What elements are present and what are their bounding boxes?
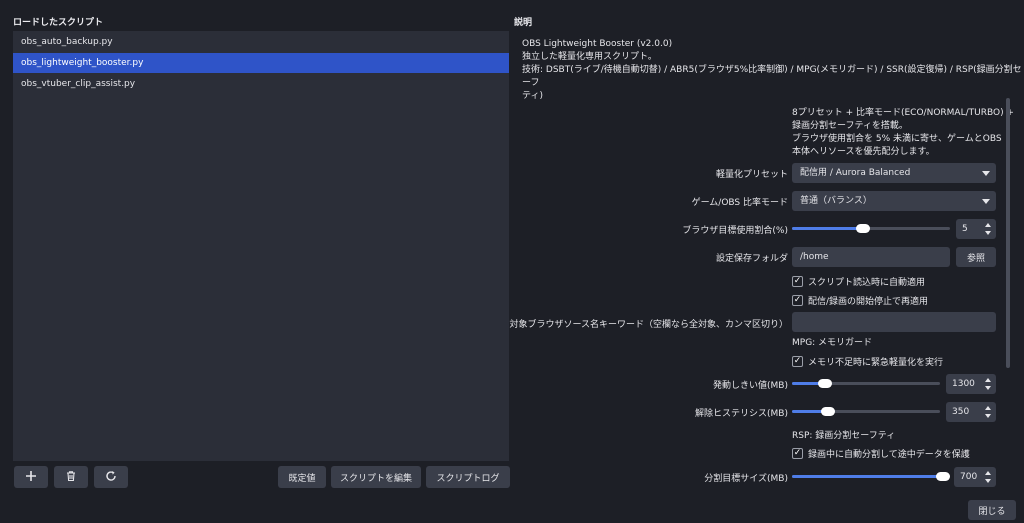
browser-target-label: ブラウザ目標使用割合(%) — [682, 226, 788, 236]
folder-input[interactable]: /home — [792, 247, 950, 267]
release-slider[interactable] — [792, 404, 940, 418]
emergency-checkbox[interactable]: ✓ メモリ不足時に緊急軽量化を実行 — [792, 354, 943, 368]
script-item[interactable]: obs_auto_backup.py — [13, 32, 509, 52]
browse-button[interactable]: 参照 — [956, 247, 996, 267]
script-item-selected[interactable]: obs_lightweight_booster.py — [13, 53, 509, 73]
spin-down-icon[interactable] — [985, 231, 991, 235]
keywords-label: 対象ブラウザソース名キーワード（空欄なら全対象、カンマ区切り） — [509, 320, 788, 330]
auto-apply-label: スクリプト読込時に自動適用 — [808, 277, 926, 288]
spin-up-icon[interactable] — [985, 471, 991, 475]
mpg-heading: MPG: メモリガード — [792, 338, 873, 348]
slider-thumb[interactable] — [936, 472, 951, 481]
reload-script-button[interactable] — [94, 466, 128, 488]
browser-target-slider[interactable] — [792, 221, 950, 235]
folder-label: 設定保存フォルダ — [715, 254, 788, 264]
ratio-mode-select[interactable]: 普通（バランス） — [792, 191, 996, 211]
trash-icon — [65, 470, 77, 485]
browser-target-spinbox[interactable]: 5 — [956, 219, 996, 239]
split-target-slider[interactable] — [792, 469, 951, 483]
preset-value: 配信用 / Aurora Balanced — [800, 168, 911, 178]
remove-script-button[interactable] — [54, 466, 88, 488]
script-list[interactable]: obs_auto_backup.py obs_lightweight_boost… — [13, 31, 509, 461]
trigger-value: 1300 — [952, 379, 975, 389]
slider-thumb[interactable] — [856, 224, 871, 233]
trigger-label: 発動しきい値(MB) — [713, 381, 788, 391]
add-script-button[interactable] — [14, 466, 48, 488]
ratio-mode-label: ゲーム/OBS 比率モード — [691, 198, 788, 208]
script-description: OBS Lightweight Booster (v2.0.0) 独立した軽量化… — [522, 38, 1024, 103]
spin-up-icon[interactable] — [985, 406, 991, 410]
reapply-checkbox[interactable]: ✓ 配信/録画の開始停止で再適用 — [792, 293, 928, 307]
edit-script-button[interactable]: スクリプトを編集 — [331, 466, 421, 488]
chevron-down-icon — [982, 199, 990, 204]
trigger-spinbox[interactable]: 1300 — [946, 374, 996, 394]
slider-thumb[interactable] — [817, 379, 832, 388]
spin-up-icon[interactable] — [985, 223, 991, 227]
script-log-button[interactable]: スクリプトログ — [426, 466, 510, 488]
checkbox-check-icon: ✓ — [792, 447, 803, 459]
spin-down-icon[interactable] — [985, 414, 991, 418]
intro-line: ブラウザ使用割合を 5% 未満に寄せ、ゲームとOBS — [792, 134, 1002, 144]
split-checkbox[interactable]: ✓ 録画中に自動分割して途中データを保護 — [792, 446, 970, 460]
slider-thumb[interactable] — [820, 407, 835, 416]
split-target-spinbox[interactable]: 700 — [954, 467, 996, 487]
rsp-heading: RSP: 録画分割セーフティ — [792, 431, 896, 441]
release-value: 350 — [952, 407, 970, 417]
browser-target-value: 5 — [962, 224, 968, 234]
emergency-label: メモリ不足時に緊急軽量化を実行 — [808, 357, 944, 368]
intro-text: 8プリセット + 比率モード(ECO/NORMAL/TURBO) + 録画分割セ… — [792, 107, 1014, 159]
intro-line: 録画分割セーフティを搭載。 — [792, 121, 908, 131]
auto-apply-checkbox[interactable]: ✓ スクリプト読込時に自動適用 — [792, 274, 925, 288]
ratio-mode-value: 普通（バランス） — [800, 196, 872, 206]
trigger-slider[interactable] — [792, 376, 940, 390]
release-label: 解除ヒステリシス(MB) — [695, 409, 788, 419]
checkbox-check-icon: ✓ — [792, 275, 803, 287]
checkbox-check-icon: ✓ — [792, 355, 803, 367]
description-title: 説明 — [514, 18, 533, 28]
intro-line: 8プリセット + 比率モード(ECO/NORMAL/TURBO) + — [792, 108, 1014, 118]
description-line: 独立した軽量化専用スクリプト。 — [522, 52, 657, 62]
chevron-down-icon — [982, 171, 990, 176]
keywords-input[interactable] — [792, 312, 996, 332]
preset-label: 軽量化プリセット — [715, 170, 788, 180]
plus-icon — [25, 470, 37, 485]
close-button[interactable]: 閉じる — [968, 500, 1016, 520]
spin-down-icon[interactable] — [985, 386, 991, 390]
spin-down-icon[interactable] — [985, 479, 991, 483]
split-target-value: 700 — [960, 472, 978, 482]
loaded-scripts-title: ロードしたスクリプト — [13, 18, 104, 28]
description-line: OBS Lightweight Booster (v2.0.0) — [522, 39, 673, 49]
description-line: ティ) — [522, 91, 543, 101]
defaults-button[interactable]: 既定値 — [278, 466, 326, 488]
spin-up-icon[interactable] — [985, 378, 991, 382]
script-item[interactable]: obs_vtuber_clip_assist.py — [13, 74, 509, 94]
intro-line: 本体へリソースを優先配分します。 — [792, 147, 935, 157]
split-label: 録画中に自動分割して途中データを保護 — [808, 449, 970, 460]
split-target-label: 分割目標サイズ(MB) — [704, 474, 788, 484]
release-spinbox[interactable]: 350 — [946, 402, 996, 422]
checkbox-check-icon: ✓ — [792, 294, 803, 306]
preset-select[interactable]: 配信用 / Aurora Balanced — [792, 163, 996, 183]
reapply-label: 配信/録画の開始停止で再適用 — [808, 296, 929, 307]
description-line: 技術: DSBT(ライブ/待機自動切替) / ABR5(ブラウザ5%比率制御) … — [522, 65, 1022, 88]
reload-icon — [105, 470, 117, 485]
properties-scrollbar[interactable] — [1006, 98, 1010, 368]
